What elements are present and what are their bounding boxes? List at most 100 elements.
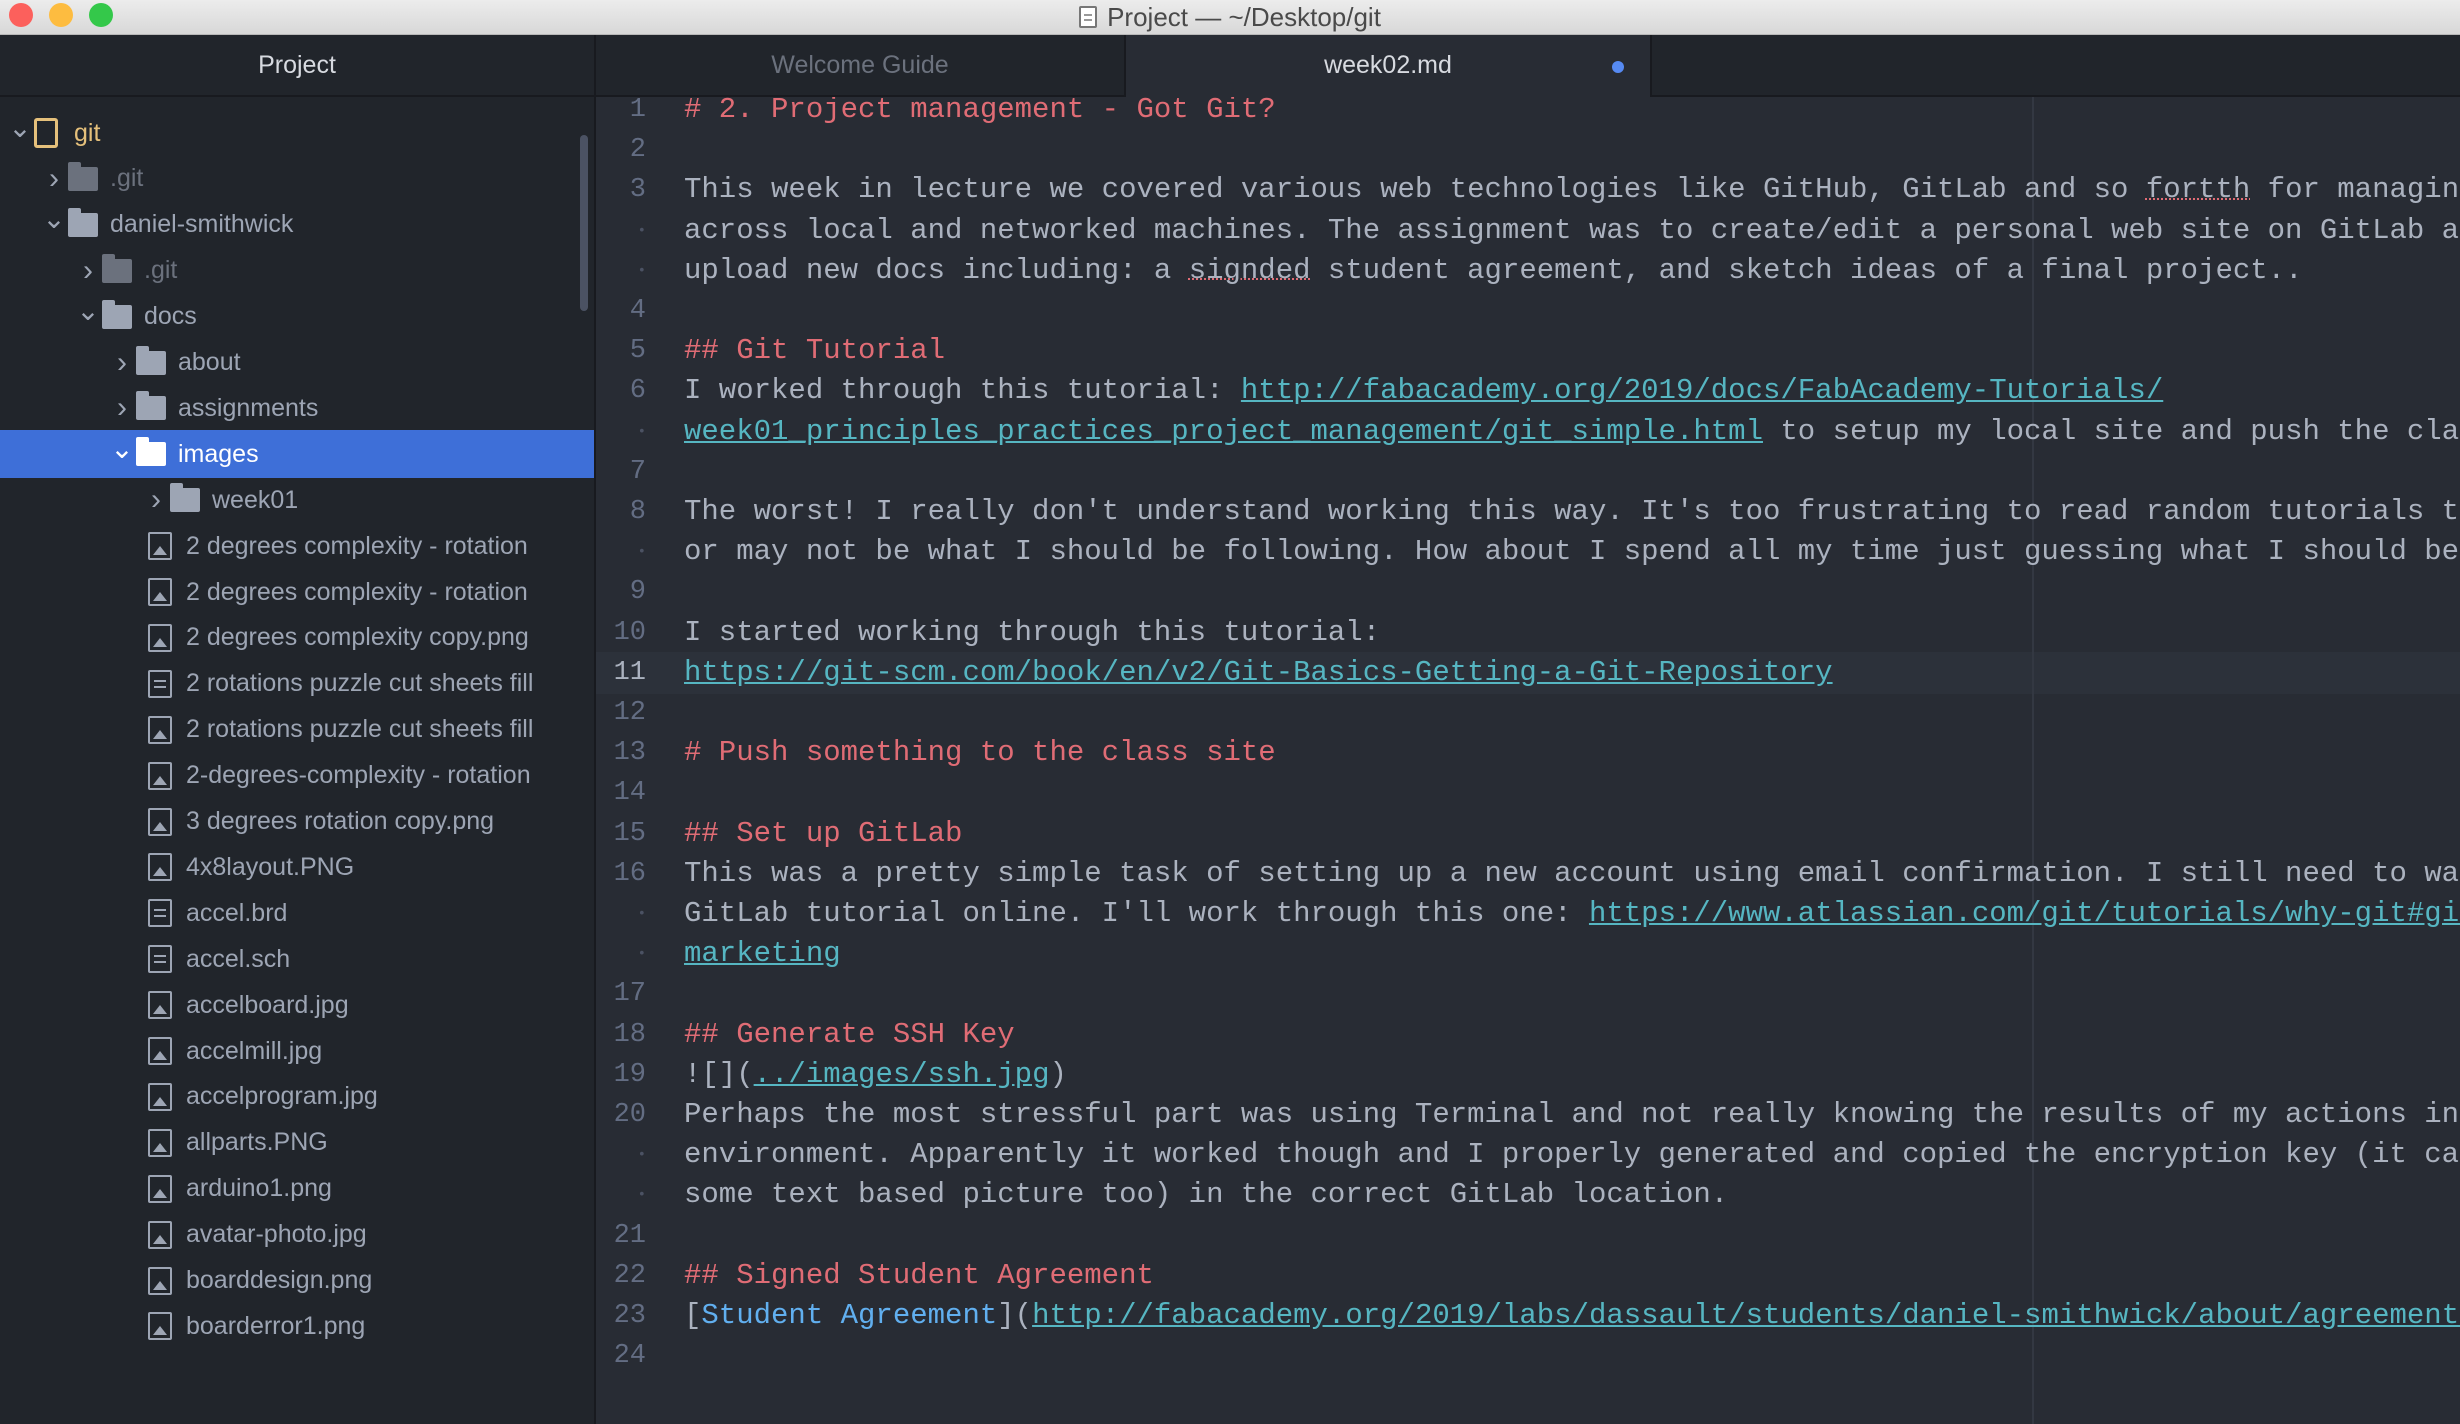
code-line[interactable]: ## Signed Student Agreement xyxy=(684,1255,1154,1297)
chevron-down-icon[interactable]: ⌄ xyxy=(74,294,102,327)
text-file-icon xyxy=(148,669,172,698)
tree-file-item[interactable]: accelprogram.jpg xyxy=(0,1073,594,1121)
repository-icon xyxy=(34,118,58,148)
code-text: to setup my local site and push the clas… xyxy=(1762,414,2460,448)
code-line[interactable]: marketing xyxy=(684,933,841,975)
code-text: environment. Apparently it worked though… xyxy=(684,1138,2460,1172)
tree-item-label: accelprogram.jpg xyxy=(186,1082,378,1111)
line-number: 15 xyxy=(613,818,646,849)
code-line[interactable]: I worked through this tutorial: http://f… xyxy=(684,370,2163,412)
code-link[interactable]: http://fabacademy.org/2019/labs/dassault… xyxy=(1032,1299,2460,1332)
tree-item-label: 2-degrees-complexity - rotation xyxy=(186,761,531,790)
code-line[interactable]: GitLab tutorial online. I'll work throug… xyxy=(684,893,2460,935)
code-line[interactable]: Perhaps the most stressful part was usin… xyxy=(684,1094,2460,1136)
sidebar-scrollbar[interactable] xyxy=(580,135,588,311)
code-line[interactable]: across local and networked machines. The… xyxy=(684,210,2460,252)
code-link[interactable]: ../images/ssh.jpg xyxy=(754,1058,1050,1091)
tree-file-item[interactable]: arduino1.png xyxy=(0,1165,594,1213)
code-link[interactable]: http://fabacademy.org/2019/docs/FabAcade… xyxy=(1241,374,2163,407)
tree-item-label: boarderror1.png xyxy=(186,1311,366,1340)
code-text: fortth xyxy=(2145,173,2251,207)
image-file-icon xyxy=(148,1174,172,1203)
code-line[interactable]: or may not be what I should be following… xyxy=(684,531,2460,573)
chevron-right-icon[interactable]: › xyxy=(40,162,68,196)
code-line[interactable]: This was a pretty simple task of setting… xyxy=(684,853,2460,895)
chevron-right-icon[interactable]: › xyxy=(74,254,102,288)
tree-item-label: 2 degrees complexity copy.png xyxy=(186,623,529,652)
code-line[interactable]: The worst! I really don't understand wor… xyxy=(684,491,2460,533)
code-line[interactable]: ## Git Tutorial xyxy=(684,330,945,372)
tree-file-item[interactable]: accelboard.jpg xyxy=(0,981,594,1029)
code-line[interactable]: week01_principles_practices_project_mana… xyxy=(684,411,2460,453)
image-file-icon xyxy=(148,532,172,561)
line-number: 22 xyxy=(613,1260,646,1291)
tree-file-item[interactable]: 2 rotations puzzle cut sheets fill xyxy=(0,706,594,754)
code-line[interactable]: This week in lecture we covered various … xyxy=(684,169,2460,211)
code-link[interactable]: week01_principles_practices_project_mana… xyxy=(684,415,1763,448)
tree-file-item[interactable]: boarddesign.png xyxy=(0,1257,594,1305)
tree-file-item[interactable]: 3 degrees rotation copy.png xyxy=(0,798,594,846)
tree-file-item[interactable]: 2 rotations puzzle cut sheets fill xyxy=(0,660,594,708)
chevron-down-icon[interactable]: ⌄ xyxy=(40,202,68,235)
chevron-right-icon[interactable]: › xyxy=(108,391,136,425)
tab-welcome-guide[interactable]: Welcome Guide xyxy=(596,35,1126,95)
code-line[interactable]: environment. Apparently it worked though… xyxy=(684,1134,2460,1176)
chevron-right-icon[interactable]: › xyxy=(142,483,170,517)
tree-file-item[interactable]: accel.sch xyxy=(0,935,594,983)
tree-file-item[interactable]: 2 degrees complexity - rotation xyxy=(0,522,594,570)
code-text: for managing fi xyxy=(2267,173,2460,207)
tree-file-item[interactable]: accel.brd xyxy=(0,889,594,937)
tree-folder-item[interactable]: › about xyxy=(0,339,594,387)
tree-file-item[interactable]: 2-degrees-complexity - rotation xyxy=(0,752,594,800)
code-line[interactable]: # 2. Project management - Got Git? xyxy=(684,97,1276,131)
code-text: GitLab tutorial online. I'll work throug… xyxy=(684,897,1589,930)
tree-file-item[interactable]: boarderror1.png xyxy=(0,1302,594,1350)
code-line[interactable]: [Student Agreement](http://fabacademy.or… xyxy=(684,1295,2460,1337)
tree-file-item[interactable]: 2 degrees complexity - rotation xyxy=(0,568,594,616)
tree-item-label: 2 degrees complexity - rotation xyxy=(186,531,528,560)
chevron-down-icon[interactable]: ⌄ xyxy=(6,111,34,144)
code-link[interactable]: https://www.atlassian.com/git/tutorials/… xyxy=(1589,897,2460,930)
code-text: This was a pretty simple task of setting… xyxy=(684,856,2460,890)
line-number: 5 xyxy=(629,336,646,367)
chevron-down-icon[interactable]: ⌄ xyxy=(108,432,136,465)
code-line[interactable]: # Push something to the class site xyxy=(684,732,1276,774)
code-line[interactable]: some text based picture too) in the corr… xyxy=(684,1174,1728,1216)
image-file-icon xyxy=(148,853,172,882)
tree-file-item[interactable]: 2 degrees complexity copy.png xyxy=(0,614,594,662)
tree-item-label: accelmill.jpg xyxy=(186,1036,323,1065)
chevron-right-icon[interactable]: › xyxy=(108,346,136,380)
tree-item-label: docs xyxy=(144,302,197,331)
code-line[interactable]: ## Generate SSH Key xyxy=(684,1014,1015,1056)
code-link[interactable]: https://git-scm.com/book/en/v2/Git-Basic… xyxy=(684,656,1833,689)
code-line[interactable]: ![](../images/ssh.jpg) xyxy=(684,1054,1067,1096)
image-file-icon xyxy=(148,1082,172,1111)
tree-folder-item[interactable]: › week01 xyxy=(0,476,594,524)
tab-week02-md[interactable]: week02.md xyxy=(1126,35,1652,97)
tree-item-label: 4x8layout.PNG xyxy=(186,852,355,881)
tree-folder-item[interactable]: ⌄ daniel-smithwick xyxy=(0,201,594,249)
tree-folder-item[interactable]: › .git xyxy=(0,155,594,203)
tree-folder-item[interactable]: › .git xyxy=(0,247,594,295)
code-line[interactable]: upload new docs including: a signded stu… xyxy=(684,250,2302,292)
tree-folder-item[interactable]: ⌄ docs xyxy=(0,293,594,341)
code-line[interactable]: https://git-scm.com/book/en/v2/Git-Basic… xyxy=(684,652,1833,694)
code-text: upload new docs including: a xyxy=(684,253,1189,287)
tree-file-item[interactable]: 4x8layout.PNG xyxy=(0,843,594,891)
text-editor[interactable]: 1 2 3 • • 4 5 6 • 7 8 • 9 10 11 12 13 14 15 16 • • 17 18 19 20 • • 2… xyxy=(596,97,2460,1424)
code-line[interactable]: ## Set up GitLab xyxy=(684,813,962,855)
document-icon xyxy=(1079,6,1098,28)
line-number: 24 xyxy=(613,1341,646,1372)
tree-item-label: allparts.PNG xyxy=(186,1128,328,1157)
tree-file-item[interactable]: accelmill.jpg xyxy=(0,1027,594,1075)
code-link[interactable]: marketing xyxy=(684,937,841,970)
code-heading: # Push something to the class site xyxy=(684,736,1276,770)
tree-folder-item[interactable]: ⌄ images xyxy=(0,430,594,479)
tab-bar: Welcome Guide week02.md xyxy=(596,35,2460,97)
tree-file-item[interactable]: avatar-photo.jpg xyxy=(0,1211,594,1259)
code-line[interactable]: I started working through this tutorial: xyxy=(684,612,1380,654)
tree-item-label: boarddesign.png xyxy=(186,1266,373,1294)
tree-folder-item[interactable]: › assignments xyxy=(0,384,594,432)
tree-file-item[interactable]: allparts.PNG xyxy=(0,1119,594,1167)
tree-folder-item[interactable]: ⌄ git xyxy=(0,109,580,157)
